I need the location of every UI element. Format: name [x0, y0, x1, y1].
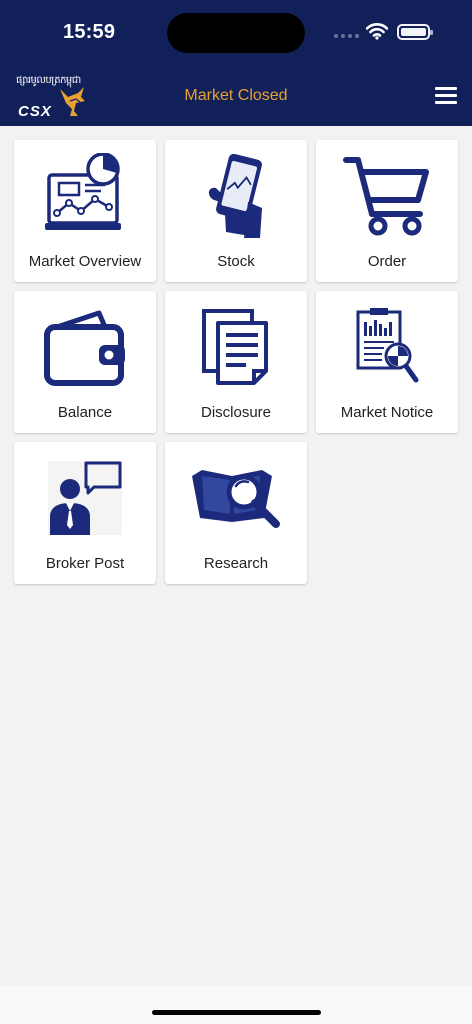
status-time: 15:59 [63, 21, 116, 43]
signal-icon [334, 34, 359, 38]
tile-disclosure[interactable]: Disclosure [165, 291, 307, 433]
tile-label: Disclosure [200, 404, 272, 421]
tile-stock[interactable]: Stock [165, 140, 307, 282]
tile-label: Broker Post [45, 555, 125, 572]
battery-icon [397, 24, 433, 40]
report-magnifier-icon [356, 308, 419, 383]
app-header: 15:59 ផ្សារមូលបត្រកម្ពុជា CSX Market Clo… [0, 0, 472, 126]
home-bar-area [0, 986, 472, 1024]
tile-label: Balance [57, 404, 113, 421]
tile-order[interactable]: Order [316, 140, 458, 282]
tile-market-notice[interactable]: Market Notice [316, 291, 458, 433]
tile-balance[interactable]: Balance [14, 291, 156, 433]
cart-icon [343, 157, 429, 236]
tile-label: Research [203, 555, 269, 572]
tile-label: Market Overview [28, 253, 142, 270]
tile-label: Market Notice [340, 404, 434, 421]
tile-label: Order [367, 253, 407, 270]
wallet-icon [44, 310, 125, 386]
logo-csx-text: CSX [18, 103, 52, 120]
dynamic-island [167, 13, 305, 53]
hamburger-icon [435, 87, 457, 90]
tile-label: Stock [217, 253, 255, 270]
tile-market-overview[interactable]: Market Overview [14, 140, 156, 282]
stock-phone-icon [208, 153, 262, 238]
menu-button[interactable] [435, 87, 457, 105]
market-overview-icon [45, 153, 121, 230]
home-indicator[interactable] [152, 1010, 321, 1015]
market-status-title: Market Closed [184, 87, 288, 104]
book-magnifier-icon [192, 470, 280, 528]
tile-broker-post[interactable]: Broker Post [14, 442, 156, 584]
documents-icon [202, 309, 268, 385]
wifi-icon [366, 23, 388, 40]
broker-chat-icon [48, 461, 122, 535]
tile-research[interactable]: Research [165, 442, 307, 584]
menu-grid: Market Overview Stock Order Balance Disc… [14, 140, 459, 584]
